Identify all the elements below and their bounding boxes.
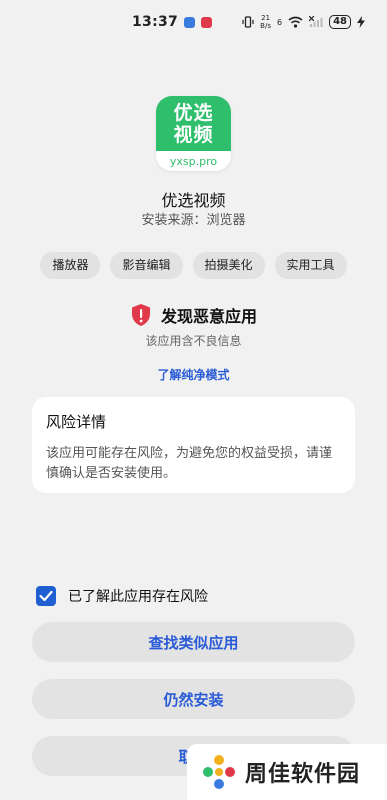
warning-title: 发现恶意应用 (160, 307, 257, 326)
notification-icon-red (201, 16, 213, 28)
checkmark-icon (39, 590, 53, 602)
pure-mode-link[interactable]: 了解纯净模式 (0, 366, 387, 383)
shield-alert-icon (131, 304, 150, 326)
signal-label: 6 (276, 17, 283, 27)
risk-details-card: 风险详情 该应用可能存在风险，为避免您的权益受损，请谨慎确认是否安装使用。 (32, 397, 355, 493)
notification-icon-blue (184, 16, 196, 28)
install-anyway-button[interactable]: 仍然安装 (32, 679, 355, 719)
watermark-logo-icon (203, 755, 235, 789)
app-name: 优选视频 (161, 191, 226, 210)
net-speed-value: 21 (261, 14, 271, 22)
risk-details-title: 风险详情 (46, 413, 107, 431)
tag-player: 播放器 (40, 252, 101, 279)
watermark-text: 周佳软件园 (245, 762, 361, 787)
battery-icon: 48 (329, 15, 351, 29)
charging-icon (357, 16, 365, 28)
app-icon: 优选视频 yxsp.pro (156, 96, 231, 171)
tag-photo-beautify: 拍摄美化 (192, 252, 265, 279)
status-left: 13:37 (132, 14, 213, 30)
find-similar-button[interactable]: 查找类似应用 (32, 622, 355, 662)
wifi-icon (288, 16, 303, 28)
watermark: 周佳软件园 (187, 744, 387, 800)
signal-icon (309, 16, 323, 27)
tag-video-edit: 影音编辑 (110, 252, 183, 279)
net-speed: 21 B/s (260, 14, 271, 30)
status-time: 13:37 (132, 14, 179, 30)
risk-acknowledge-label: 已了解此应用存在风险 (68, 589, 208, 605)
net-speed-unit: B/s (260, 22, 271, 30)
vibrate-icon (242, 16, 254, 28)
warning-subtitle: 该应用含不良信息 (145, 334, 242, 348)
app-icon-title: 优选视频 (156, 96, 231, 151)
status-right: 21 B/s 6 48 (242, 14, 365, 30)
tag-utility: 实用工具 (274, 252, 347, 279)
warning-header: 发现恶意应用 (0, 303, 387, 327)
risk-acknowledge-row[interactable]: 已了解此应用存在风险 (36, 586, 208, 606)
status-bar: 13:37 21 B/s 6 48 (0, 0, 387, 44)
app-icon-domain: yxsp.pro (156, 151, 231, 171)
risk-details-text: 该应用可能存在风险，为避免您的权益受损，请谨慎确认是否安装使用。 (46, 446, 333, 481)
risk-acknowledge-checkbox[interactable] (36, 586, 56, 606)
app-tags: 播放器 影音编辑 拍摄美化 实用工具 (0, 252, 387, 279)
app-source: 安装来源：浏览器 (141, 213, 246, 228)
